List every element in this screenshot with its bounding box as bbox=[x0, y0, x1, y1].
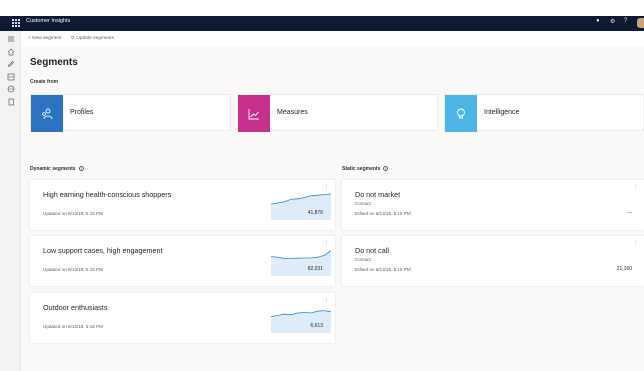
more-options-icon[interactable]: ⋮ bbox=[324, 297, 329, 303]
app-launcher-icon[interactable] bbox=[12, 19, 20, 27]
new-segment-button[interactable]: + New segment bbox=[28, 36, 61, 41]
pencil-icon[interactable] bbox=[7, 60, 15, 68]
tile-measures-label: Measures bbox=[277, 109, 308, 116]
app-title: Customer Insights bbox=[26, 18, 71, 24]
tile-measures[interactable]: Measures bbox=[237, 94, 438, 132]
static-segments-text: Static segments bbox=[342, 166, 381, 172]
create-from-label: Create from bbox=[30, 79, 59, 85]
left-nav-rail bbox=[0, 31, 21, 371]
profiles-icon bbox=[31, 95, 63, 132]
segment-title: Do not call bbox=[355, 246, 389, 255]
segment-title: Outdoor enthusiasts bbox=[43, 303, 108, 312]
more-options-icon[interactable]: ⋮ bbox=[633, 184, 638, 190]
segment-count: 41,876 bbox=[307, 210, 323, 216]
info-icon[interactable]: i bbox=[78, 166, 84, 172]
more-options-icon[interactable]: ⋮ bbox=[324, 240, 329, 246]
dynamic-segments-text: Dynamic segments bbox=[30, 166, 76, 172]
segment-count: 6,613 bbox=[310, 323, 323, 329]
static-segment-card[interactable]: ⋮ Do not call Contact Edited on 6/13/18,… bbox=[342, 236, 644, 286]
gear-icon[interactable]: ⚙ bbox=[610, 18, 615, 25]
segments-icon[interactable] bbox=[7, 73, 15, 81]
page-title: Segments bbox=[30, 57, 78, 68]
segment-title: High earning health-conscious shoppers bbox=[43, 190, 172, 199]
tile-intelligence-label: Intelligence bbox=[484, 109, 520, 116]
main-content: Segments Create from Profiles Measures I… bbox=[21, 47, 644, 371]
globe-icon[interactable] bbox=[7, 85, 15, 93]
new-segment-label: New segment bbox=[32, 36, 62, 41]
static-segment-card[interactable]: ⋮ Do not market Contact Edited on 6/13/1… bbox=[342, 180, 644, 230]
dynamic-segment-card[interactable]: ⋮ Low support cases, high engagement Upd… bbox=[30, 236, 335, 286]
segment-updated: Updated on 6/13/18, 5:15 PM bbox=[43, 324, 104, 329]
segment-updated: Updated on 6/13/18, 5:15 PM bbox=[43, 211, 104, 216]
home-icon[interactable] bbox=[7, 48, 15, 56]
tile-intelligence[interactable]: Intelligence bbox=[444, 94, 644, 132]
segment-type: Contact bbox=[355, 201, 371, 206]
command-bar: + New segment ⟳ Update segments bbox=[22, 32, 644, 46]
update-segments-button[interactable]: ⟳ Update segments bbox=[71, 36, 114, 41]
top-header-bar: Customer Insights ● ⚙ ? bbox=[0, 16, 644, 31]
hamburger-icon[interactable] bbox=[7, 35, 15, 43]
dynamic-segments-label: Dynamic segments i bbox=[30, 166, 84, 172]
dynamic-segment-card[interactable]: ⋮ Outdoor enthusiasts Updated on 6/13/18… bbox=[30, 293, 335, 343]
info-icon[interactable]: i bbox=[383, 166, 389, 172]
segment-title: Low support cases, high engagement bbox=[43, 246, 163, 255]
refresh-icon: ⟳ bbox=[71, 36, 76, 41]
more-options-icon[interactable]: ⋮ bbox=[633, 240, 638, 246]
document-icon[interactable] bbox=[7, 98, 15, 106]
sparkline-area bbox=[271, 250, 331, 276]
segment-count: 21,160 bbox=[616, 266, 632, 272]
lightbulb-icon bbox=[445, 95, 477, 132]
measures-chart-icon bbox=[238, 95, 270, 132]
update-segments-label: Update segments bbox=[76, 36, 114, 41]
more-options-icon[interactable]: ⋮ bbox=[324, 184, 329, 190]
tile-profiles[interactable]: Profiles bbox=[30, 94, 231, 132]
static-segments-label: Static segments i bbox=[342, 166, 389, 172]
segment-count: 82,031 bbox=[307, 266, 323, 272]
segment-count: --- bbox=[627, 210, 632, 216]
tile-profiles-label: Profiles bbox=[70, 109, 94, 116]
segment-updated: Updated on 6/13/18, 5:15 PM bbox=[43, 267, 104, 272]
segment-edited: Edited on 6/13/18, 5:15 PM bbox=[355, 267, 411, 272]
help-icon[interactable]: ? bbox=[624, 18, 627, 24]
segment-title: Do not market bbox=[355, 190, 401, 199]
segment-type: Contact bbox=[355, 257, 371, 262]
bell-icon[interactable]: ● bbox=[596, 18, 600, 24]
dynamic-segment-card[interactable]: ⋮ High earning health-conscious shoppers… bbox=[30, 180, 335, 230]
sparkline-area bbox=[271, 310, 331, 333]
avatar[interactable] bbox=[637, 18, 644, 28]
segment-edited: Edited on 6/13/18, 5:15 PM bbox=[355, 211, 411, 216]
